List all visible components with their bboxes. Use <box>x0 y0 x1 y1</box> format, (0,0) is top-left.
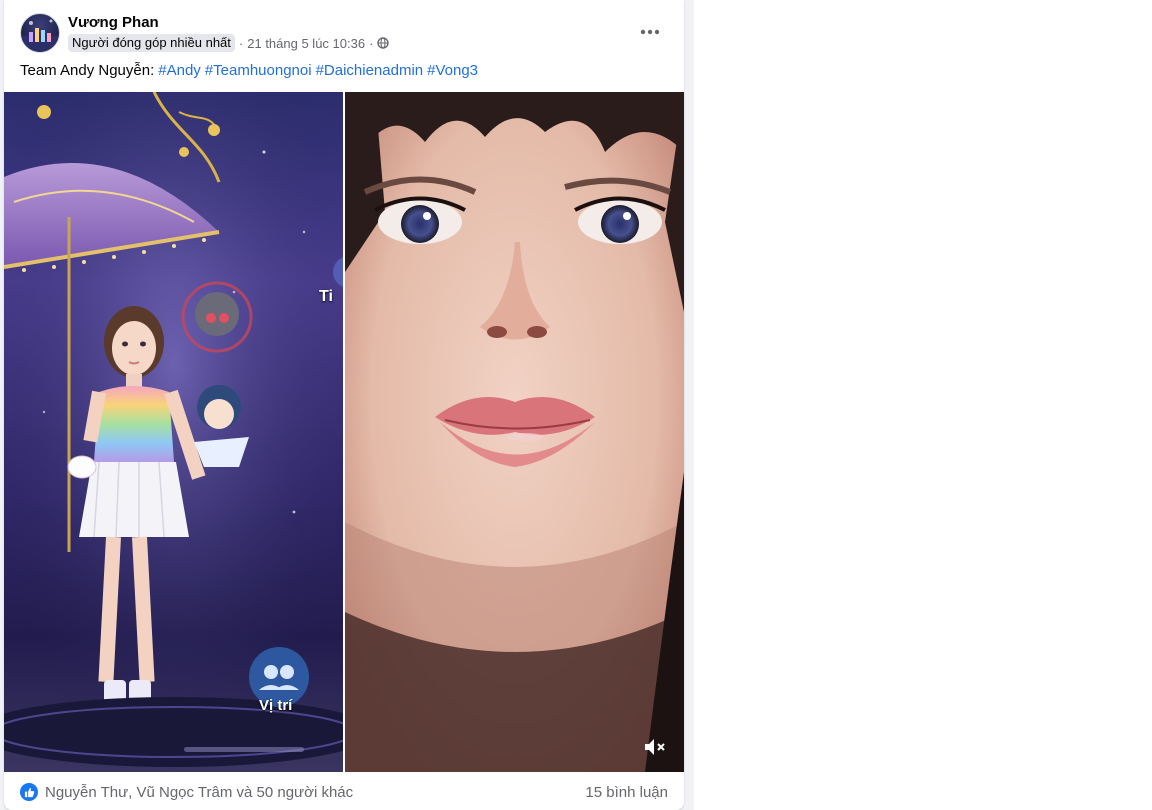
selfie-video[interactable] <box>345 92 684 772</box>
post-header: Vương Phan Người đóng góp nhiều nhất · 2… <box>4 0 684 60</box>
meta-separator-2: · <box>369 35 374 51</box>
reactors-summary[interactable]: Nguyễn Thư, Vũ Ngọc Trâm và 50 người khá… <box>45 784 353 801</box>
post-footer: Nguyễn Thư, Vũ Ngọc Trâm và 50 người khá… <box>4 772 684 810</box>
post-text-prefix: Team Andy Nguyễn: <box>20 62 155 79</box>
hashtag-teamhuongnoi[interactable]: #Teamhuongnoi <box>205 62 312 79</box>
meta-separator: · <box>238 35 244 51</box>
hashtag-vong3[interactable]: #Vong3 <box>427 62 478 79</box>
more-options-button[interactable] <box>632 14 668 50</box>
top-contributor-badge[interactable]: Người đóng góp nhiều nhất <box>68 34 235 52</box>
position-label[interactable]: Vị trí <box>259 697 292 714</box>
author-name[interactable]: Vương Phan <box>68 14 159 31</box>
like-icon[interactable] <box>20 783 38 801</box>
hashtag-daichienadmin[interactable]: #Daichienadmin <box>316 62 424 79</box>
author-avatar[interactable] <box>20 13 60 53</box>
page: Vương Phan Người đóng góp nhiều nhất · 2… <box>0 0 1152 810</box>
comments-count[interactable]: 15 bình luận <box>585 784 668 801</box>
edge-label: Ti <box>319 288 333 305</box>
post-media: Vị trí Ti <box>4 92 684 772</box>
globe-icon[interactable] <box>377 37 390 49</box>
volume-muted-icon <box>645 739 665 755</box>
hashtag-andy[interactable]: #Andy <box>158 62 201 79</box>
post-timestamp[interactable]: 21 tháng 5 lúc 10:36 <box>247 36 365 51</box>
mute-button[interactable] <box>643 737 669 757</box>
post-text: Team Andy Nguyễn: #Andy #Teamhuongnoi #D… <box>20 62 478 79</box>
post-card: Vương Phan Người đóng góp nhiều nhất · 2… <box>4 0 684 810</box>
post-meta: Người đóng góp nhiều nhất · 21 tháng 5 l… <box>68 34 390 52</box>
more-horizontal-icon <box>640 29 660 35</box>
game-character-image[interactable]: Vị trí Ti <box>4 92 343 772</box>
